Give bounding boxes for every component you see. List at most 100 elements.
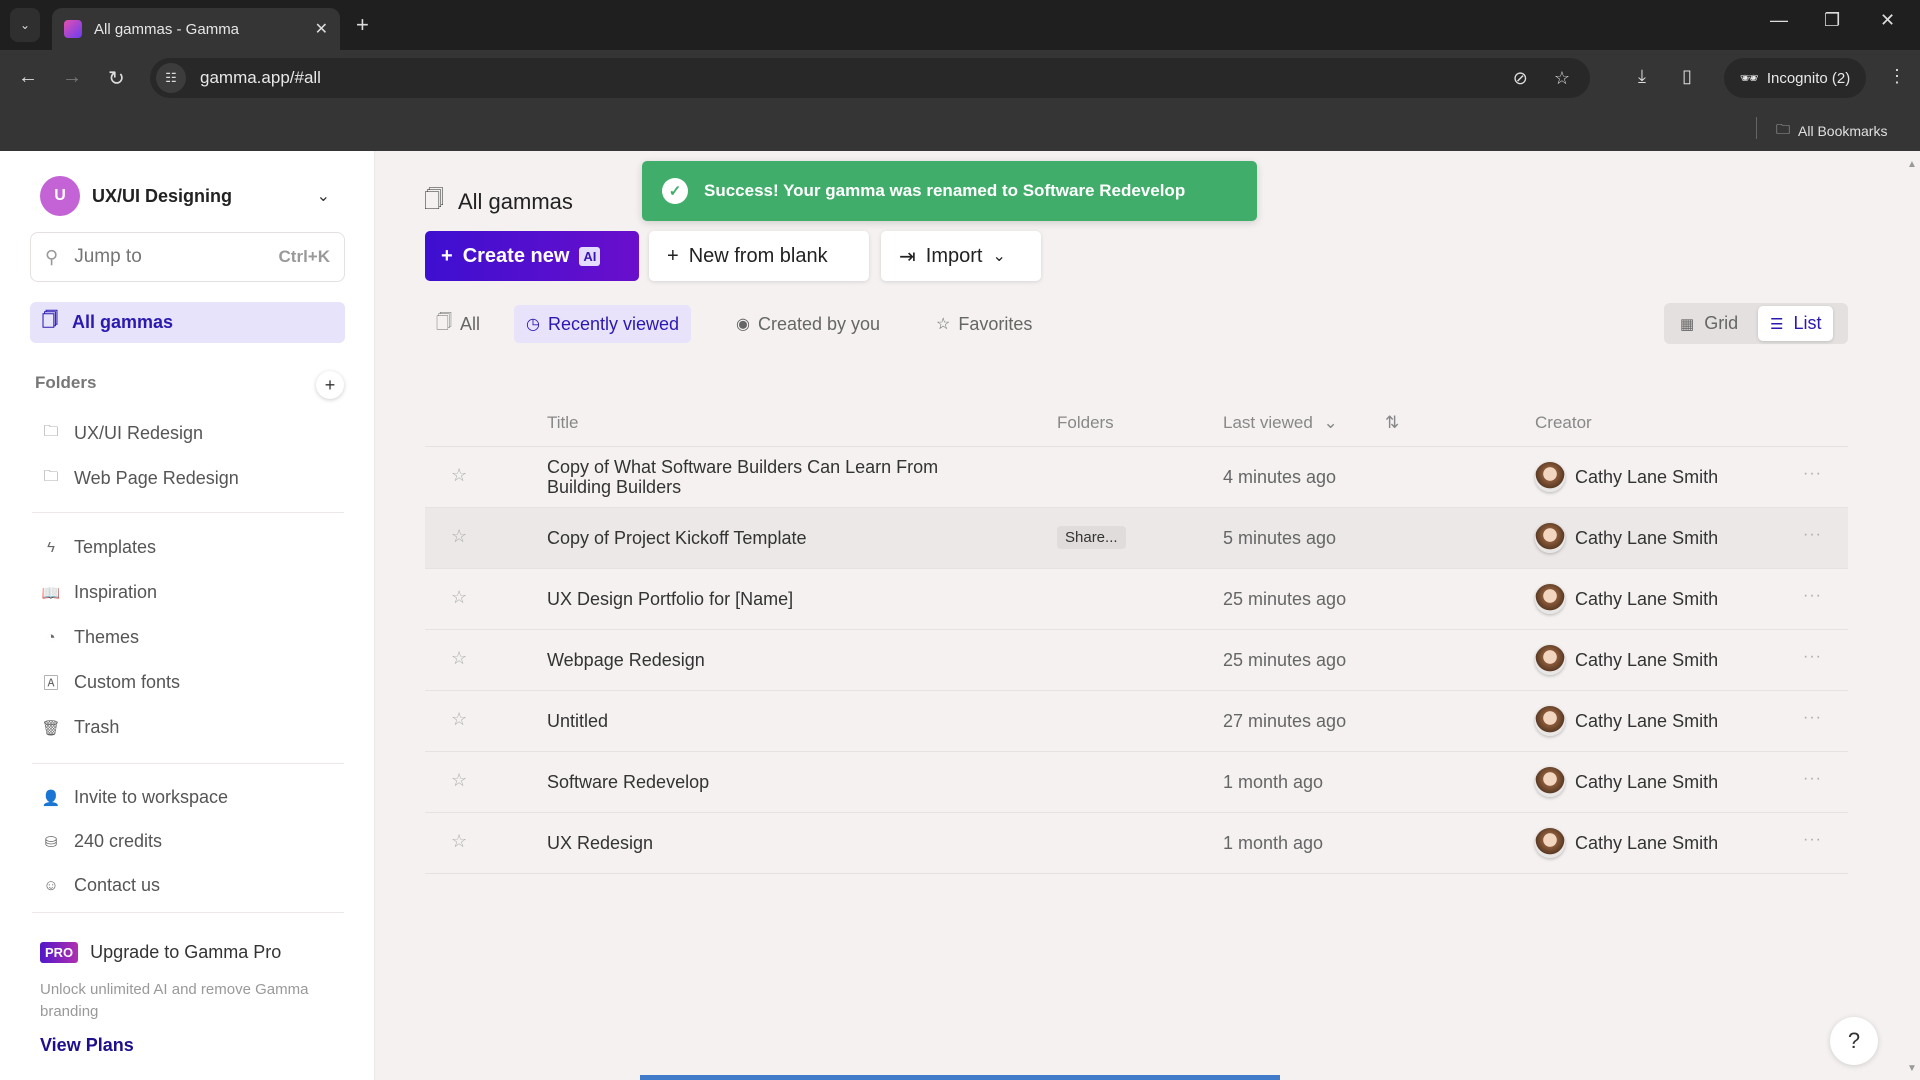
back-icon[interactable]: ← bbox=[18, 66, 38, 89]
create-new-button[interactable]: + Create new AI bbox=[425, 231, 639, 281]
tab-search-button[interactable]: ⌄ bbox=[10, 8, 40, 42]
import-button[interactable]: ⇥ Import ⌄ bbox=[881, 231, 1041, 281]
book-icon: 📖 bbox=[41, 584, 61, 602]
row-title[interactable]: Copy of What Software Builders Can Learn… bbox=[547, 457, 987, 497]
browser-menu-icon[interactable]: ⋮ bbox=[1888, 66, 1906, 87]
more-options-icon[interactable]: ··· bbox=[1803, 465, 1822, 483]
scroll-up-arrow-icon[interactable]: ▲ bbox=[1907, 159, 1917, 170]
table-row[interactable]: ☆ Software Redevelop 1 month ago Cathy Lane… bbox=[425, 752, 1848, 813]
folder-icon: 🗀 bbox=[1776, 121, 1790, 137]
more-options-icon[interactable]: ··· bbox=[1803, 770, 1822, 788]
row-title[interactable]: UX Design Portfolio for [Name] bbox=[547, 589, 987, 609]
sidebar-item-trash[interactable]: 🗑 Trash bbox=[40, 717, 119, 738]
trash-icon: 🗑 bbox=[41, 719, 61, 737]
new-tab-button[interactable]: + bbox=[356, 12, 369, 38]
list-label: List bbox=[1793, 313, 1822, 333]
sidebar-item-themes[interactable]: ◔ Themes bbox=[40, 627, 139, 648]
favorite-star-icon[interactable]: ☆ bbox=[451, 709, 467, 730]
column-title[interactable]: Title bbox=[547, 413, 579, 433]
more-options-icon[interactable]: ··· bbox=[1803, 587, 1822, 605]
bolt-icon: ϟ bbox=[47, 539, 55, 556]
sidebar-item-label: All gammas bbox=[71, 312, 174, 332]
table-row[interactable]: ☆ Copy of Project Kickoff Template Share..… bbox=[425, 508, 1848, 569]
folder-icon: 🗀 bbox=[43, 468, 59, 485]
jump-to-input[interactable] bbox=[74, 246, 255, 268]
jump-to-search[interactable]: ⚲ Ctrl+K bbox=[30, 232, 345, 282]
filter-tab-recently-viewed[interactable]: ◷ Recently viewed bbox=[514, 305, 692, 343]
more-options-icon[interactable]: ··· bbox=[1803, 709, 1822, 727]
sidebar-item-credits[interactable]: ⛁ 240 credits bbox=[40, 831, 162, 852]
filter-tab-favorites[interactable]: ☆ Favorites bbox=[924, 305, 1044, 343]
close-window-icon[interactable]: ✕ bbox=[1880, 10, 1895, 31]
row-title[interactable]: Webpage Redesign bbox=[547, 650, 987, 670]
sidebar-folder-ux-ui-redesign[interactable]: 🗀 UX/UI Redesign bbox=[40, 421, 203, 446]
incognito-button[interactable]: 🕶 Incognito (2) bbox=[1724, 58, 1866, 98]
favorite-star-icon[interactable]: ☆ bbox=[451, 648, 467, 669]
filter-tab-created-by-you[interactable]: ◉ Created by you bbox=[724, 305, 892, 343]
gamma-favicon-icon bbox=[64, 20, 82, 38]
table-row[interactable]: ☆ Webpage Redesign 25 minutes ago Cathy Lan… bbox=[425, 630, 1848, 691]
list-icon: ☰ bbox=[1770, 315, 1784, 333]
help-button[interactable]: ? bbox=[1830, 1017, 1878, 1065]
side-panel-icon[interactable]: ▯ bbox=[1682, 66, 1692, 87]
creator-name: Cathy Lane Smith bbox=[1575, 710, 1719, 731]
column-last-viewed[interactable]: Last viewed ⌄ bbox=[1223, 413, 1338, 433]
restore-icon[interactable]: ❐ bbox=[1824, 10, 1840, 31]
more-options-icon[interactable]: ··· bbox=[1803, 526, 1822, 544]
sidebar-item-all-gammas[interactable]: 🗍 All gammas bbox=[30, 302, 345, 343]
sidebar-item-custom-fonts[interactable]: 🄰 Custom fonts bbox=[40, 672, 180, 693]
row-title[interactable]: Software Redevelop bbox=[547, 772, 987, 792]
sidebar-item-templates[interactable]: ϟ Templates bbox=[40, 537, 156, 558]
table-row[interactable]: ☆ Copy of What Software Builders Can Lear… bbox=[425, 447, 1848, 508]
minimize-icon[interactable]: — bbox=[1770, 10, 1788, 31]
table-row[interactable]: ☆ UX Redesign 1 month ago Cathy Lane Smith ·… bbox=[425, 813, 1848, 874]
favorite-star-icon[interactable]: ☆ bbox=[451, 526, 467, 547]
sidebar-item-invite[interactable]: 👤 Invite to workspace bbox=[40, 787, 228, 808]
table-row[interactable]: ☆ Untitled 27 minutes ago Cathy Lane Smith ·… bbox=[425, 691, 1848, 752]
url-text[interactable]: gamma.app/#all bbox=[200, 68, 321, 88]
bookmarks-divider bbox=[1756, 117, 1757, 139]
create-new-label: Create new bbox=[462, 244, 570, 267]
download-icon[interactable]: ⤓ bbox=[1638, 66, 1646, 87]
filter-label: Favorites bbox=[958, 313, 1033, 334]
close-tab-icon[interactable]: ✕ bbox=[315, 19, 328, 39]
browser-tab[interactable]: All gammas - Gamma ✕ bbox=[52, 8, 340, 50]
address-bar[interactable]: ☷ gamma.app/#all ⊘ ☆ bbox=[150, 58, 1590, 98]
new-from-blank-button[interactable]: + New from blank bbox=[649, 231, 869, 281]
sidebar-item-contact[interactable]: ☺ Contact us bbox=[40, 875, 160, 896]
filter-tab-all[interactable]: 🗍 All bbox=[424, 305, 492, 343]
add-folder-button[interactable]: + bbox=[316, 371, 344, 399]
toast-message: Success! Your gamma was renamed to Softw… bbox=[704, 181, 1186, 200]
row-last-viewed: 25 minutes ago bbox=[1223, 650, 1347, 670]
scroll-down-arrow-icon[interactable]: ▼ bbox=[1907, 1063, 1917, 1074]
all-bookmarks-button[interactable]: 🗀 All Bookmarks bbox=[1776, 119, 1887, 143]
bookmarks-bar: 🗀 All Bookmarks bbox=[0, 107, 1920, 151]
row-title[interactable]: Copy of Project Kickoff Template bbox=[547, 528, 987, 548]
row-title[interactable]: Untitled bbox=[547, 711, 987, 731]
avatar bbox=[1535, 767, 1565, 797]
eye-off-icon[interactable]: ⊘ bbox=[1513, 68, 1528, 89]
grid-view-button[interactable]: ▦ Grid bbox=[1668, 306, 1750, 341]
forward-icon[interactable]: → bbox=[62, 66, 82, 89]
favorite-star-icon[interactable]: ☆ bbox=[451, 770, 467, 791]
bookmark-star-icon[interactable]: ☆ bbox=[1554, 68, 1570, 89]
favorite-star-icon[interactable]: ☆ bbox=[451, 587, 467, 608]
sidebar-item-inspiration[interactable]: 📖 Inspiration bbox=[40, 582, 157, 603]
workspace-switcher[interactable]: U UX/UI Designing ⌄ bbox=[40, 176, 330, 216]
row-title[interactable]: UX Redesign bbox=[547, 833, 987, 853]
upgrade-pro: PRO Upgrade to Gamma Pro bbox=[40, 942, 281, 963]
more-options-icon[interactable]: ··· bbox=[1803, 831, 1822, 849]
favorite-star-icon[interactable]: ☆ bbox=[451, 465, 467, 486]
view-plans-link[interactable]: View Plans bbox=[40, 1035, 134, 1056]
list-view-button[interactable]: ☰ List bbox=[1758, 306, 1834, 341]
sidebar-folder-web-page-redesign[interactable]: 🗀 Web Page Redesign bbox=[40, 466, 238, 491]
horizontal-scrollbar[interactable] bbox=[640, 1075, 1280, 1080]
site-info-icon[interactable]: ☷ bbox=[156, 63, 186, 93]
table-row[interactable]: ☆ UX Design Portfolio for [Name] 25 minute… bbox=[425, 569, 1848, 630]
share-tooltip[interactable]: Share... bbox=[1057, 526, 1126, 549]
reload-icon[interactable]: ↻ bbox=[108, 66, 125, 91]
pro-badge: PRO bbox=[40, 942, 79, 963]
more-options-icon[interactable]: ··· bbox=[1803, 648, 1822, 666]
favorite-star-icon[interactable]: ☆ bbox=[451, 831, 467, 852]
sort-direction-icon[interactable]: ⇅ bbox=[1385, 413, 1399, 433]
